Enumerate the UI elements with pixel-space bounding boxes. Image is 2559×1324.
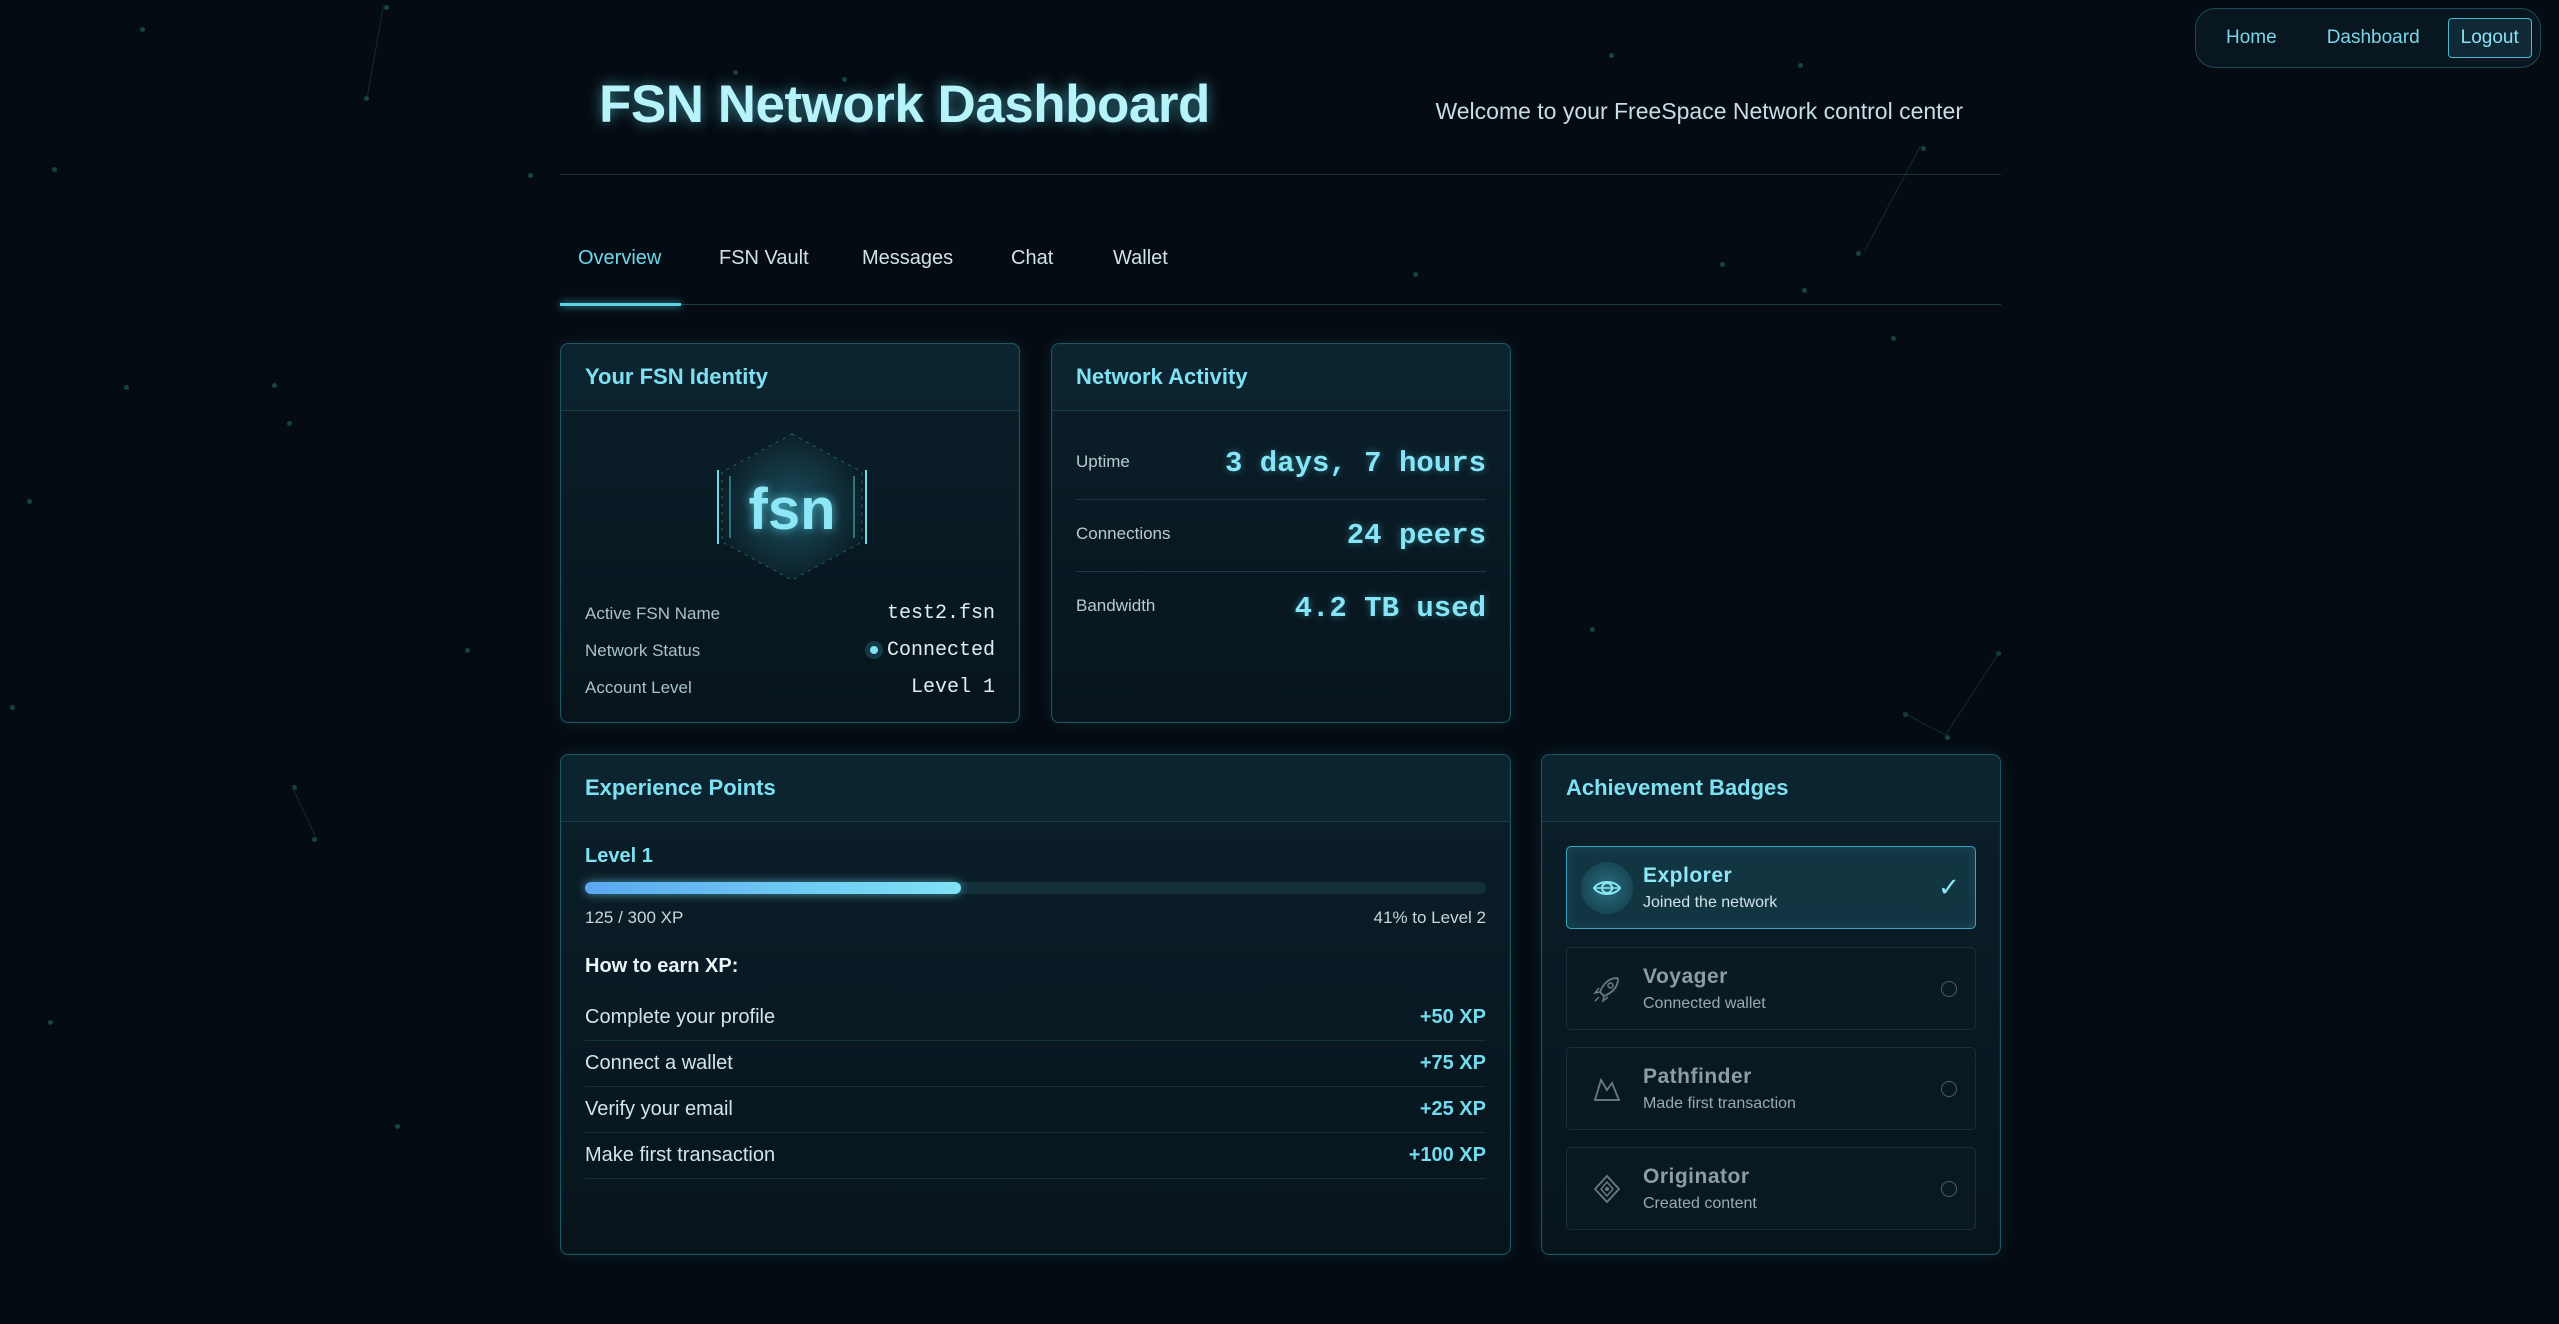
logout-button[interactable]: Logout	[2447, 18, 2532, 58]
empty-circle-icon	[1937, 1077, 1961, 1101]
main-container: FSN Network Dashboard Welcome to your Fr…	[560, 0, 2001, 1255]
xp-progress-fill	[585, 882, 961, 894]
identity-row-level: Account Level Level 1	[585, 676, 995, 699]
activity-card-title: Network Activity	[1076, 364, 1248, 389]
experience-points-card: Experience Points Level 1 125 / 300 XP 4…	[560, 754, 1511, 1255]
card-header: Experience Points	[561, 755, 1510, 822]
welcome-message: Welcome to your FreeSpace Network contro…	[1435, 98, 1963, 124]
xp-current: 125 / 300 XP	[585, 908, 684, 927]
tab-messages[interactable]: Messages	[862, 247, 953, 300]
row-label: Account Level	[585, 677, 692, 697]
empty-circle-icon	[1937, 1177, 1961, 1201]
badge-name: Originator	[1643, 1164, 1750, 1188]
tab-chat[interactable]: Chat	[1011, 247, 1053, 300]
badge-text: Originator Created content	[1643, 1165, 1937, 1213]
activity-row-connections: Connections 24 peers	[1076, 500, 1486, 572]
fsn-name-value: test2.fsn	[886, 602, 995, 625]
xp-task-points: +25 XP	[1419, 1098, 1486, 1120]
row-label: Network Status	[585, 640, 701, 660]
badge-name: Explorer	[1643, 863, 1733, 887]
status-dot-icon	[864, 640, 883, 659]
xp-task-points: +100 XP	[1408, 1144, 1486, 1166]
identity-card-title: Your FSN Identity	[585, 364, 768, 389]
identity-row-status: Network Status Connected	[585, 639, 995, 662]
row-label: Uptime	[1076, 452, 1130, 471]
logo-text: fsn	[748, 477, 836, 542]
status-text: Connected	[886, 639, 995, 662]
achievement-badges-card: Achievement Badges Explorer Joined the n…	[1541, 754, 2001, 1255]
badge-text: Pathfinder Made first transaction	[1643, 1065, 1937, 1113]
tab-label: FSN Vault	[719, 247, 809, 269]
network-activity-card: Network Activity Uptime 3 days, 7 hours …	[1051, 343, 1511, 723]
activity-row-bandwidth: Bandwidth 4.2 TB used	[1076, 572, 1486, 644]
xp-task-points: +75 XP	[1419, 1052, 1486, 1074]
card-header: Network Activity	[1052, 344, 1510, 411]
badge-voyager[interactable]: Voyager Connected wallet	[1566, 947, 1976, 1030]
row-label: Active FSN Name	[585, 603, 721, 623]
tab-label: Overview	[578, 247, 662, 269]
xp-task-points: +50 XP	[1419, 1006, 1486, 1028]
badges-card-title: Achievement Badges	[1566, 775, 1789, 800]
active-tab-indicator	[560, 303, 681, 306]
badge-name: Pathfinder	[1643, 1064, 1752, 1088]
identity-row-name: Active FSN Name test2.fsn	[585, 602, 995, 625]
tab-label: Chat	[1011, 247, 1054, 269]
badge-desc: Made first transaction	[1643, 1094, 1796, 1112]
page-header: FSN Network Dashboard Welcome to your Fr…	[560, 0, 2001, 175]
card-header: Achievement Badges	[1542, 755, 2000, 822]
badge-originator[interactable]: Originator Created content	[1566, 1147, 1976, 1230]
tab-overview[interactable]: Overview	[578, 247, 661, 300]
mountain-icon	[1581, 1063, 1633, 1115]
bandwidth-value: 4.2 TB used	[1294, 591, 1486, 625]
row-label: Bandwidth	[1076, 596, 1156, 615]
tab-bar: Overview FSN Vault Messages Chat Wallet	[560, 175, 2001, 306]
badge-explorer[interactable]: Explorer Joined the network ✓	[1566, 846, 1976, 929]
xp-task-row: Make first transaction +100 XP	[585, 1133, 1486, 1179]
xp-next-level: 41% to Level 2	[1373, 908, 1486, 927]
badge-desc: Created content	[1643, 1194, 1757, 1212]
badge-text: Explorer Joined the network	[1643, 864, 1937, 912]
xp-task-label: Connect a wallet	[585, 1052, 733, 1074]
xp-progress-bar	[585, 882, 1486, 894]
tab-wallet[interactable]: Wallet	[1113, 247, 1168, 300]
xp-task-row: Verify your email +25 XP	[585, 1087, 1486, 1133]
xp-task-row: Connect a wallet +75 XP	[585, 1041, 1486, 1087]
badge-text: Voyager Connected wallet	[1643, 965, 1937, 1013]
top-navigation: Home Dashboard Logout	[2195, 8, 2541, 68]
row-label: Connections	[1076, 524, 1171, 543]
account-level-value: Level 1	[910, 676, 995, 699]
xp-card-title: Experience Points	[585, 775, 776, 800]
badge-name: Voyager	[1643, 964, 1728, 988]
rocket-icon	[1581, 963, 1633, 1015]
fsn-logo: fsn	[716, 432, 868, 582]
card-header: Your FSN Identity	[561, 344, 1019, 411]
xp-task-label: Verify your email	[585, 1098, 733, 1120]
badge-desc: Connected wallet	[1643, 994, 1766, 1012]
tab-fsn-vault[interactable]: FSN Vault	[719, 247, 809, 300]
gem-icon	[1581, 1163, 1633, 1215]
connections-value: 24 peers	[1346, 519, 1486, 552]
xp-how-title: How to earn XP:	[585, 955, 739, 977]
xp-task-row: Complete your profile +50 XP	[585, 995, 1486, 1041]
xp-task-label: Complete your profile	[585, 1006, 776, 1028]
badge-desc: Joined the network	[1643, 893, 1778, 911]
tab-label: Messages	[862, 247, 954, 269]
page-title: FSN Network Dashboard	[599, 75, 1210, 134]
empty-circle-icon	[1937, 977, 1961, 1001]
uptime-value: 3 days, 7 hours	[1224, 447, 1486, 480]
badge-pathfinder[interactable]: Pathfinder Made first transaction	[1566, 1047, 1976, 1130]
nav-home-link[interactable]: Home	[2226, 27, 2277, 49]
identity-card: Your FSN Identity fsn Active FSN Name te…	[560, 343, 1020, 723]
xp-level: Level 1	[585, 845, 653, 867]
network-status-value: Connected	[864, 639, 995, 662]
eye-icon	[1581, 861, 1633, 914]
tab-label: Wallet	[1113, 247, 1168, 269]
checkmark-icon: ✓	[1938, 872, 1960, 902]
xp-task-label: Make first transaction	[585, 1144, 776, 1166]
activity-row-uptime: Uptime 3 days, 7 hours	[1076, 428, 1486, 500]
nav-dashboard-link[interactable]: Dashboard	[2327, 27, 2420, 49]
